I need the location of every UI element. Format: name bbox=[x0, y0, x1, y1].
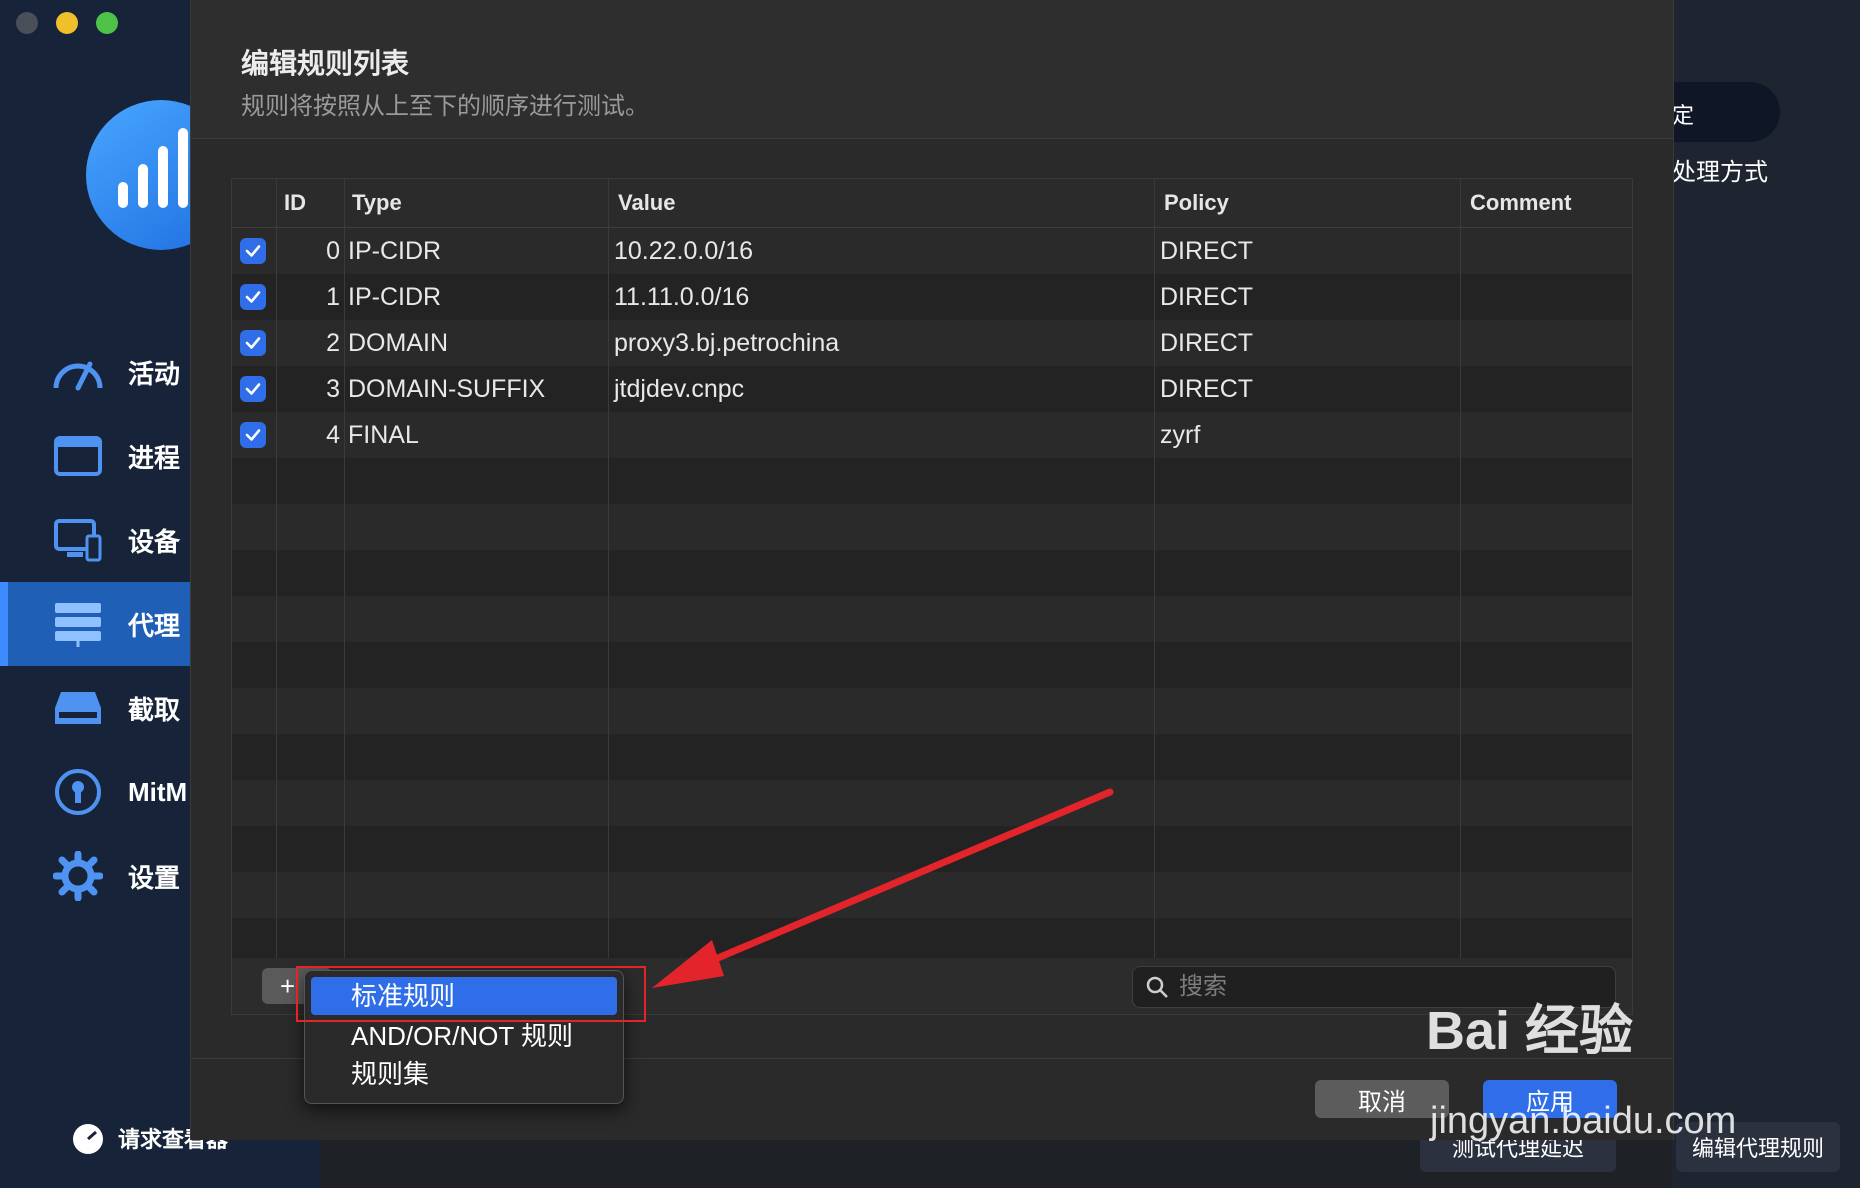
app-window: 活动 进程 设备 代理 截取 MitM 设置 请求查看器 定 处理方式 测试代理… bbox=[0, 0, 1860, 1188]
watermark-logo: Bai 经验 bbox=[1426, 1001, 1634, 1061]
menu-item-logical-rule[interactable]: AND/OR/NOT 规则 bbox=[311, 1017, 617, 1055]
menu-item-rule-set[interactable]: 规则集 bbox=[311, 1055, 617, 1093]
watermark-url: jingyan.baidu.com bbox=[1430, 1100, 1737, 1142]
red-highlight-box bbox=[296, 966, 646, 1022]
